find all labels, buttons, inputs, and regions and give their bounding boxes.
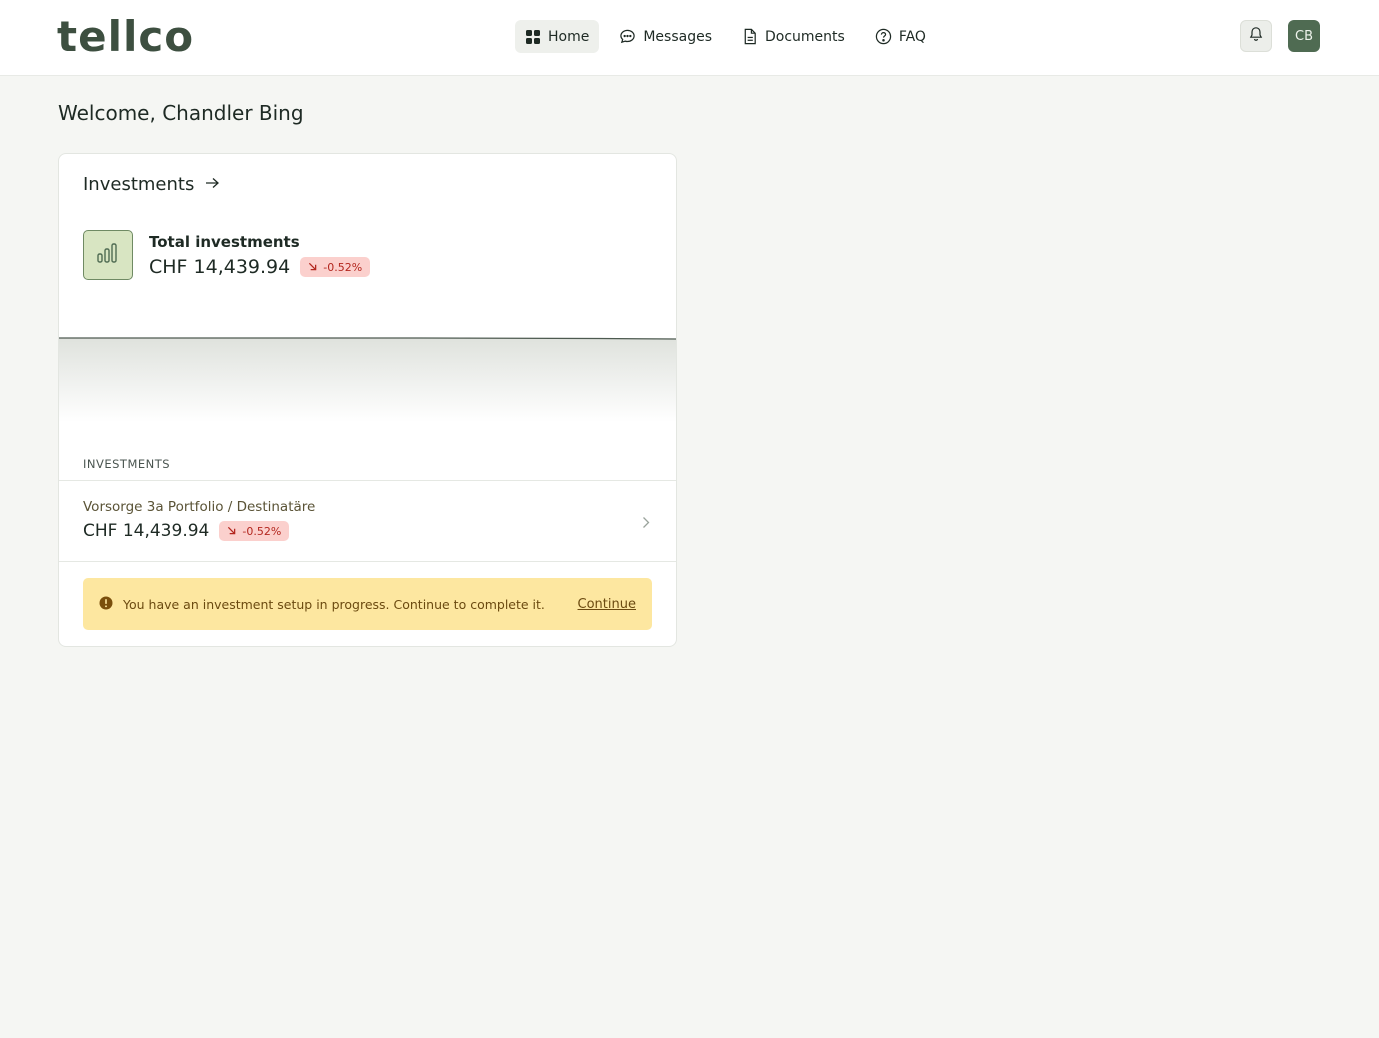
investment-change-badge: -0.52% xyxy=(219,521,290,541)
user-avatar[interactable]: CB xyxy=(1288,20,1320,52)
total-investments-label: Total investments xyxy=(149,233,300,251)
question-circle-icon xyxy=(875,28,892,45)
chevron-right-icon xyxy=(642,514,650,533)
nav-messages[interactable]: Messages xyxy=(609,20,722,53)
nav-faq-label: FAQ xyxy=(898,28,926,45)
total-investments-tile xyxy=(83,230,133,280)
change-badge: -0.52% xyxy=(300,257,371,277)
arrow-down-right-icon xyxy=(227,525,236,538)
grid-icon xyxy=(525,29,541,45)
investments-title: Investments xyxy=(83,174,195,195)
welcome-heading: Welcome, Chandler Bing xyxy=(58,101,304,125)
investments-title-link[interactable]: Investments xyxy=(83,174,220,195)
bell-icon xyxy=(1248,26,1264,46)
document-icon xyxy=(742,28,758,45)
alert-circle-icon xyxy=(99,595,113,614)
nav-documents[interactable]: Documents xyxy=(732,20,855,53)
nav-documents-label: Documents xyxy=(765,28,845,45)
main-nav: Home Messages Documents FAQ xyxy=(515,20,936,53)
change-badge-value: -0.52% xyxy=(323,260,363,274)
arrow-down-right-icon xyxy=(308,261,317,274)
investment-value-row: CHF 14,439.94 -0.52% xyxy=(83,521,290,541)
nav-home-label: Home xyxy=(548,28,590,45)
nav-faq[interactable]: FAQ xyxy=(865,20,936,53)
notifications-button[interactable] xyxy=(1240,20,1272,52)
investment-row[interactable]: Vorsorge 3a Portfolio / Destinatäre CHF … xyxy=(59,481,676,562)
investment-change-value: -0.52% xyxy=(242,524,282,538)
chat-bubble-icon xyxy=(619,28,636,45)
total-investments-value-row: CHF 14,439.94 -0.52% xyxy=(149,256,371,278)
total-investments-value: CHF 14,439.94 xyxy=(149,256,291,278)
investment-value: CHF 14,439.94 xyxy=(83,521,210,541)
continue-link[interactable]: Continue xyxy=(578,597,636,612)
alert-text: You have an investment setup in progress… xyxy=(123,596,545,612)
investment-name: Vorsorge 3a Portfolio / Destinatäre xyxy=(83,499,316,515)
divider xyxy=(59,561,676,562)
investments-section-label: INVESTMENTS xyxy=(83,457,171,471)
setup-in-progress-alert: You have an investment setup in progress… xyxy=(83,578,652,630)
chart-area-fill xyxy=(59,338,676,422)
investments-card: Investments Total investments CHF 14,439… xyxy=(58,153,677,647)
nav-home[interactable]: Home xyxy=(515,20,600,53)
nav-messages-label: Messages xyxy=(643,28,712,45)
bar-chart-icon xyxy=(96,242,120,268)
performance-chart xyxy=(59,337,676,422)
top-bar: tellco Home Messages Documents FAQ CB xyxy=(0,0,1379,76)
arrow-right-icon xyxy=(204,174,220,195)
tellco-logo[interactable]: tellco xyxy=(57,15,194,59)
